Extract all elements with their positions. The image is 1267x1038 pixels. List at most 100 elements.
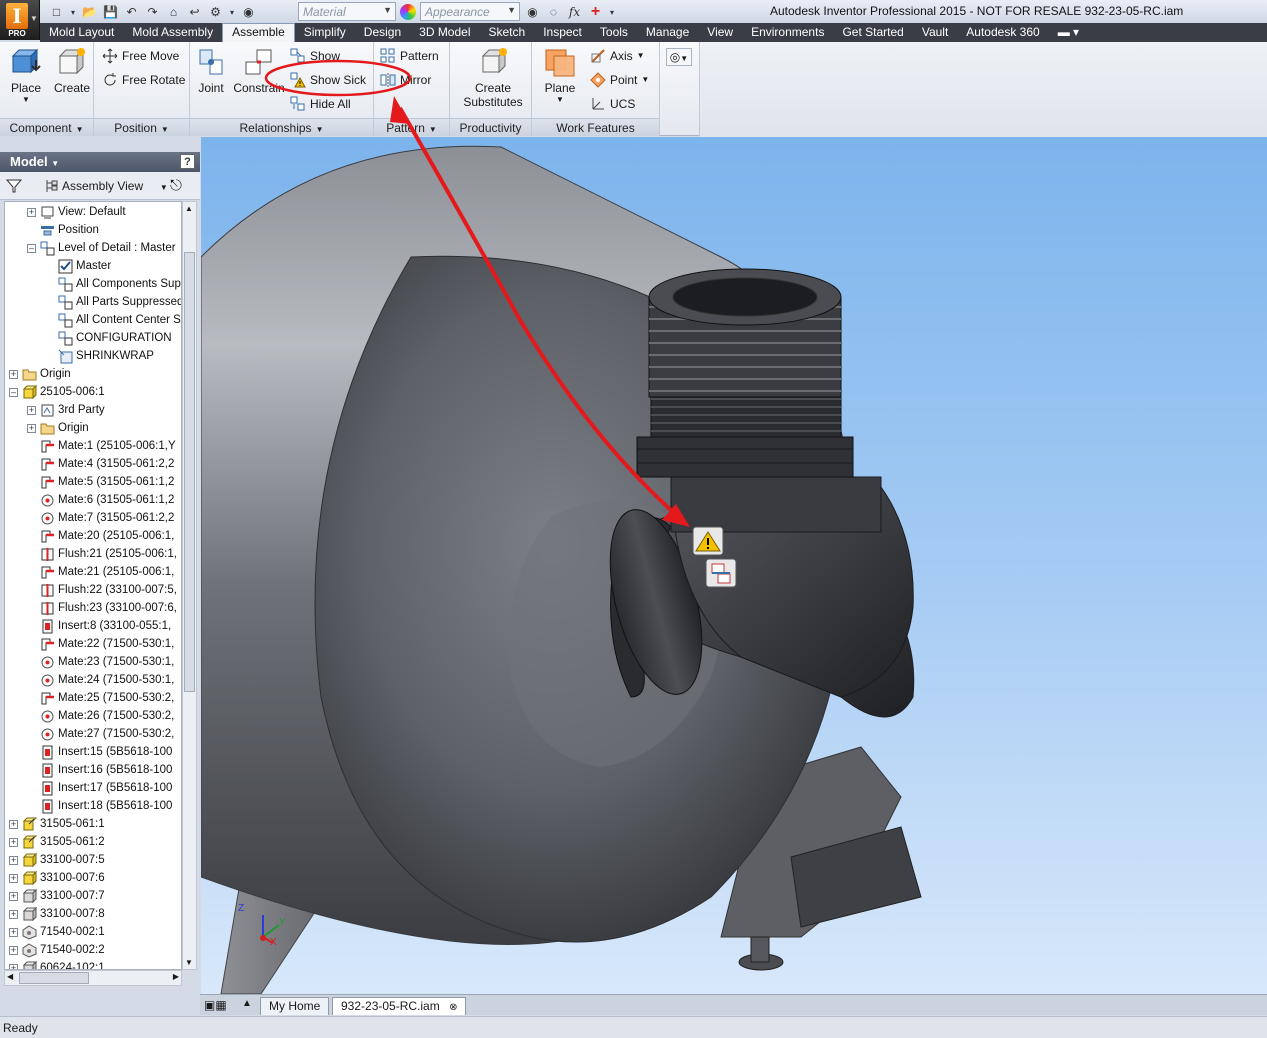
material-selector[interactable]: Material ▼: [298, 2, 396, 21]
tree-node[interactable]: All Content Center Suppressed: [45, 311, 181, 329]
new-icon[interactable]: □: [48, 4, 65, 20]
browser-horizontal-scrollbar[interactable]: ◀ ▶: [4, 970, 182, 986]
tab-document[interactable]: 932-23-05-RC.iam ⊗: [332, 997, 467, 1015]
tree-node[interactable]: +31505-061:2: [9, 833, 105, 851]
tree-node[interactable]: Insert:8 (33100-055:1,: [27, 617, 171, 635]
tab-get-started[interactable]: Get Started: [833, 23, 912, 42]
browser-vertical-scrollbar[interactable]: ▲ ▼: [182, 201, 197, 970]
redo-icon[interactable]: ↷: [144, 4, 161, 20]
clear-appearance-icon[interactable]: ◉: [524, 4, 541, 20]
tree-node[interactable]: +33100-007:6: [9, 869, 105, 887]
tab-environments[interactable]: Environments: [742, 23, 833, 42]
sick-constraint-warning-glyph[interactable]: [692, 526, 724, 556]
tree-node[interactable]: All Parts Suppressed: [45, 293, 181, 311]
expand-icon[interactable]: +: [9, 837, 18, 847]
tree-node[interactable]: Flush:23 (33100-007:6,: [27, 599, 177, 617]
axis-button[interactable]: Axis ▼: [590, 46, 645, 66]
expand-icon[interactable]: +: [9, 873, 18, 883]
tree-node[interactable]: Mate:24 (71500-530:1,: [27, 671, 174, 689]
tree-node[interactable]: Mate:5 (31505-061:1,2: [27, 473, 174, 491]
expand-icon[interactable]: +: [9, 909, 18, 919]
expand-icon[interactable]: +: [9, 369, 18, 379]
open-icon[interactable]: 📂: [81, 4, 98, 20]
scroll-left-icon[interactable]: ◀: [7, 972, 13, 981]
point-button[interactable]: Point ▼: [590, 70, 649, 90]
constrain-button[interactable]: Constrain: [232, 46, 286, 95]
tree-node[interactable]: Mate:20 (25105-006:1,: [27, 527, 174, 545]
tree-node[interactable]: +71540-002:2: [9, 941, 105, 959]
customize-dropdown-icon[interactable]: ▾: [608, 4, 616, 20]
joint-button[interactable]: Joint: [196, 46, 226, 95]
tree-node[interactable]: +31505-061:1: [9, 815, 105, 833]
find-binoculars-icon[interactable]: ⎋: [170, 177, 182, 194]
tree-node[interactable]: – 25105-006:1: [9, 383, 105, 401]
expand-icon[interactable]: +: [9, 945, 18, 955]
tree-node[interactable]: Mate:7 (31505-061:2,2: [27, 509, 174, 527]
tile-windows-icon[interactable]: ▣▦: [204, 998, 227, 1012]
tree-node[interactable]: Mate:21 (25105-006:1,: [27, 563, 174, 581]
new-dropdown-icon[interactable]: ▾: [69, 4, 77, 20]
update-icon[interactable]: ⚙: [207, 4, 224, 20]
mate-constraint-glyph[interactable]: [705, 558, 737, 588]
tab-simplify[interactable]: Simplify: [295, 23, 355, 42]
tree-node[interactable]: Mate:4 (31505-061:2,2: [27, 455, 174, 473]
expand-icon[interactable]: +: [9, 891, 18, 901]
appearance-selector[interactable]: Appearance ▼: [420, 2, 520, 21]
tab-assemble[interactable]: Assemble: [222, 23, 295, 42]
tree-node[interactable]: Flush:21 (25105-006:1,: [27, 545, 177, 563]
tree-node[interactable]: +60624-102:1: [9, 959, 105, 969]
help-icon[interactable]: ?: [180, 154, 195, 169]
tree-node[interactable]: +3rd Party: [27, 401, 105, 419]
tree-node[interactable]: Position: [27, 221, 99, 239]
tree-node[interactable]: +71540-002:1: [9, 923, 105, 941]
measure-plus-icon[interactable]: +: [587, 3, 604, 20]
pattern-panel-label[interactable]: Pattern ▼: [374, 118, 449, 136]
tree-node[interactable]: Insert:16 (5B5618-100: [27, 761, 172, 779]
scroll-down-icon[interactable]: ▼: [185, 958, 193, 967]
home-icon[interactable]: ⌂: [165, 4, 182, 20]
tab-mold-assembly[interactable]: Mold Assembly: [123, 23, 222, 42]
hide-all-button[interactable]: Hide All: [290, 94, 351, 114]
tree-node[interactable]: Mate:22 (71500-530:1,: [27, 635, 174, 653]
expand-icon[interactable]: +: [27, 405, 36, 415]
tree-node[interactable]: Mate:25 (71500-530:2,: [27, 689, 174, 707]
scrollbar-thumb[interactable]: [184, 252, 195, 692]
tree-node[interactable]: Mate:23 (71500-530:1,: [27, 653, 174, 671]
tab-manage[interactable]: Manage: [637, 23, 698, 42]
ribbon-overflow-dropdown[interactable]: ◎▼: [666, 48, 692, 66]
scroll-up-icon[interactable]: ▲: [185, 204, 193, 213]
graphics-viewport[interactable]: Z Y X: [201, 137, 1267, 994]
color-wheel-icon[interactable]: ◉: [240, 4, 257, 20]
fx-icon[interactable]: fx: [566, 4, 583, 20]
pattern-button[interactable]: Pattern: [380, 46, 439, 66]
browser-view-selector[interactable]: Assembly View ▼: [62, 179, 168, 193]
expand-icon[interactable]: +: [27, 423, 36, 433]
expand-icon[interactable]: +: [9, 927, 18, 937]
application-menu-button[interactable]: I PRO ▼: [0, 0, 40, 40]
create-substitutes-button[interactable]: Create Substitutes: [458, 46, 528, 109]
show-sick-button[interactable]: Show Sick: [290, 70, 366, 90]
tree-node[interactable]: Mate:6 (31505-061:1,2: [27, 491, 174, 509]
close-icon[interactable]: ⊗: [449, 1002, 457, 1013]
tab-tools[interactable]: Tools: [591, 23, 637, 42]
tree-node[interactable]: Mate:27 (71500-530:2,: [27, 725, 174, 743]
scrollbar-thumb[interactable]: [19, 972, 89, 984]
tab-design[interactable]: Design: [355, 23, 410, 42]
tree-node[interactable]: SHRINKWRAP: [45, 347, 154, 365]
tree-node[interactable]: Insert:18 (5B5618-100: [27, 797, 172, 815]
free-rotate-button[interactable]: Free Rotate: [102, 70, 185, 90]
tree-node[interactable]: +33100-007:7: [9, 887, 105, 905]
tree-node[interactable]: Insert:17 (5B5618-100: [27, 779, 172, 797]
tree-node[interactable]: + Origin: [9, 365, 71, 383]
tree-node[interactable]: +33100-007:8: [9, 905, 105, 923]
tree-node[interactable]: Insert:15 (5B5618-100: [27, 743, 172, 761]
model-browser-tree[interactable]: + View: Default Position – Level of Detail :…: [4, 201, 182, 970]
tree-node[interactable]: CONFIGURATION: [45, 329, 172, 347]
position-panel-label[interactable]: Position ▼: [94, 118, 189, 136]
adjust-appearance-icon[interactable]: ◌: [545, 4, 562, 20]
filter-icon[interactable]: [5, 178, 23, 197]
tree-node[interactable]: Master: [45, 257, 111, 275]
expand-icon[interactable]: +: [9, 855, 18, 865]
tab-autodesk-360[interactable]: Autodesk 360: [957, 23, 1048, 42]
tree-node[interactable]: Mate:1 (25105-006:1,Y: [27, 437, 176, 455]
